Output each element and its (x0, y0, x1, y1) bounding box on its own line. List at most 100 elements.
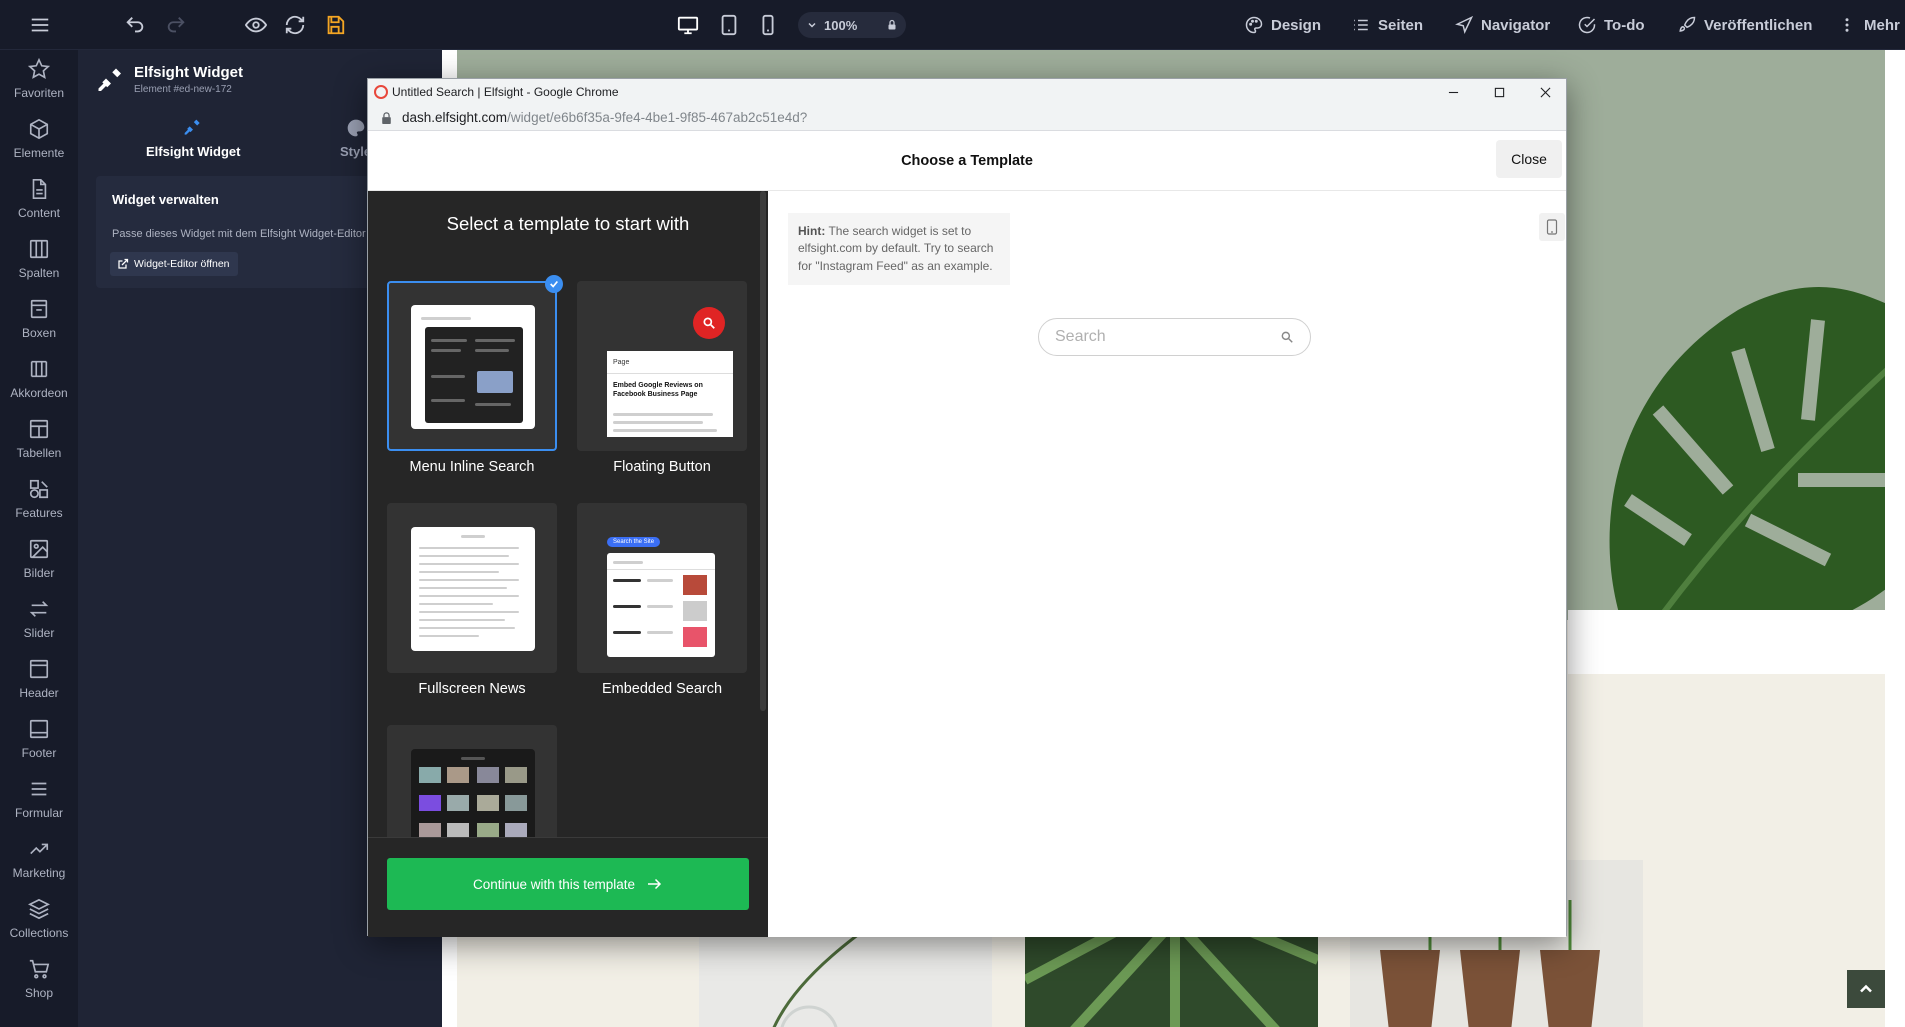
rail-item-shop[interactable]: Shop (0, 958, 78, 1018)
window-titlebar[interactable]: Untitled Search | Elfsight - Google Chro… (368, 79, 1566, 105)
box-title: Widget verwalten (112, 192, 219, 207)
nav-publish[interactable]: Veröffentlichen (1678, 0, 1812, 50)
nav-todo-label: To-do (1604, 16, 1645, 34)
rail-label: Footer (21, 746, 57, 760)
list-icon (1354, 19, 1368, 31)
eye-icon[interactable] (243, 12, 269, 38)
rail-item-elemente[interactable]: Elemente (0, 118, 78, 178)
thumbnail-mockup (411, 305, 535, 429)
thumb-query: Page (613, 359, 630, 366)
rail-item-collections[interactable]: Collections (0, 898, 78, 958)
zoom-selector[interactable]: 100% (798, 12, 906, 38)
hint-text: The search widget is set to elfsight.com… (798, 224, 994, 273)
features-icon (29, 479, 49, 499)
template-footer: Continue with this template (368, 837, 768, 937)
nav-more[interactable]: Mehr (1838, 0, 1900, 50)
maximize-button[interactable] (1476, 79, 1522, 105)
url-host: dash.elfsight.com (402, 110, 508, 125)
rail-item-spalten[interactable]: Spalten (0, 238, 78, 298)
rail-label: Content (17, 206, 61, 220)
rail-item-boxen[interactable]: Boxen (0, 298, 78, 358)
selected-check-icon (545, 275, 563, 293)
template-card-menu-inline-search[interactable]: Menu Inline Search (387, 275, 563, 475)
arrow-right-icon (648, 878, 662, 890)
search-input[interactable]: Search (1038, 318, 1311, 356)
zoom-value: 100% (824, 17, 858, 33)
template-thumbnail (387, 503, 557, 673)
thumbnail-mockup (411, 527, 535, 651)
panel-header: Elfsight Widget Element #ed-new-172 (96, 64, 243, 96)
columns-icon (29, 239, 49, 259)
nav-seiten-label: Seiten (1378, 16, 1424, 34)
tab-elfsight-widget[interactable]: Elfsight Widget (146, 118, 241, 159)
template-thumbnail (387, 281, 557, 451)
open-widget-editor-button[interactable]: Widget-Editor öffnen (110, 252, 238, 276)
template-card-floating-button[interactable]: Page Embed Google Reviews on Facebook Bu… (577, 281, 747, 475)
template-card-5[interactable] (387, 725, 557, 853)
mobile-icon[interactable] (755, 12, 781, 38)
trend-icon (30, 843, 49, 855)
rail-item-footer[interactable]: Footer (0, 718, 78, 778)
lock-icon[interactable] (886, 19, 898, 31)
template-card-embedded-search[interactable]: Search the Site Embedded Search (577, 503, 747, 697)
template-list-scrollbar[interactable] (760, 191, 766, 711)
slider-icon (29, 601, 49, 617)
canvas-right-margin (1885, 50, 1905, 1027)
search-icon (693, 307, 725, 339)
rail-item-akkordeon[interactable]: Akkordeon (0, 358, 78, 418)
desktop-icon[interactable] (675, 12, 701, 38)
rocket-icon (1679, 16, 1696, 32)
palette-icon (347, 119, 364, 137)
close-button[interactable]: Close (1496, 140, 1562, 178)
template-preview: Hint: The search widget is set to elfsig… (768, 191, 1566, 937)
template-label: Menu Inline Search (409, 459, 535, 475)
hint-box: Hint: The search widget is set to elfsig… (788, 213, 1010, 286)
minimize-icon (1448, 91, 1458, 93)
mobile-preview-toggle[interactable] (1539, 213, 1565, 241)
undo-icon[interactable] (122, 12, 148, 38)
rail-item-features[interactable]: Features (0, 478, 78, 538)
rail-label: Favoriten (13, 86, 65, 100)
rail-item-favoriten[interactable]: Favoriten (0, 58, 78, 118)
nav-design[interactable]: Design (1245, 0, 1321, 50)
close-window-button[interactable] (1522, 79, 1568, 105)
menu-icon[interactable] (27, 12, 53, 38)
rail-item-content[interactable]: Content (0, 178, 78, 238)
tablet-icon[interactable] (716, 12, 742, 38)
continue-with-template-button[interactable]: Continue with this template (387, 858, 749, 910)
header-icon (29, 659, 49, 679)
lock-icon (382, 112, 391, 124)
check-circle-icon (1578, 16, 1596, 34)
template-thumbnail (387, 725, 557, 853)
maximize-icon (1494, 87, 1504, 97)
table-icon (29, 419, 49, 439)
nav-more-label: Mehr (1864, 16, 1900, 34)
rail-label: Bilder (23, 566, 55, 580)
rail-item-tabellen[interactable]: Tabellen (0, 418, 78, 478)
image-icon (29, 539, 49, 559)
address-bar[interactable]: dash.elfsight.com/widget/e6b6f35a-9fe4-4… (368, 105, 1566, 131)
refresh-icon[interactable] (282, 12, 308, 38)
box-text: Passe dieses Widget mit dem Elfsight Wid… (112, 228, 366, 240)
rail-item-slider[interactable]: Slider (0, 598, 78, 658)
redo-icon[interactable] (163, 12, 189, 38)
nav-seiten[interactable]: Seiten (1352, 0, 1423, 50)
rail-item-header[interactable]: Header (0, 658, 78, 718)
rail-label: Tabellen (16, 446, 62, 460)
template-card-fullscreen-news[interactable]: Fullscreen News (387, 503, 557, 697)
element-rail: Favoriten Elemente Content Spalten Boxen… (0, 50, 78, 1027)
nav-todo[interactable]: To-do (1578, 0, 1645, 50)
browser-popup-window: Untitled Search | Elfsight - Google Chro… (367, 78, 1568, 937)
minimize-button[interactable] (1430, 79, 1476, 105)
save-icon[interactable] (322, 12, 348, 38)
nav-navigator[interactable]: Navigator (1455, 0, 1550, 50)
template-heading: Select a template to start with (446, 213, 690, 234)
rail-item-marketing[interactable]: Marketing (0, 838, 78, 898)
search-placeholder: Search (1055, 328, 1106, 345)
scroll-to-top-button[interactable] (1847, 970, 1885, 1008)
button-label: Continue with this template (472, 876, 636, 892)
rail-item-formular[interactable]: Formular (0, 778, 78, 838)
button-label: Widget-Editor öffnen (134, 258, 230, 270)
rail-item-bilder[interactable]: Bilder (0, 538, 78, 598)
template-label: Fullscreen News (418, 681, 526, 697)
